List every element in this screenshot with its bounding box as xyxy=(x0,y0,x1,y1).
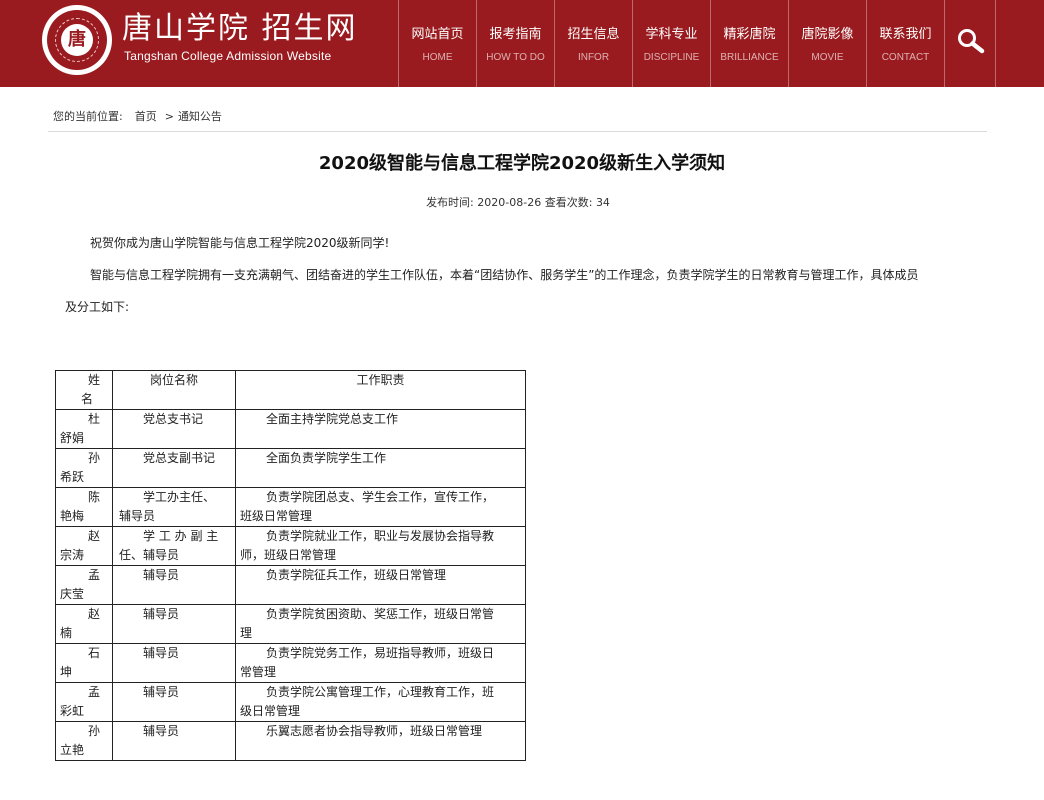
breadcrumb-separator: > xyxy=(164,110,174,123)
header-duty: 工作职责 xyxy=(235,370,526,410)
nav-label-en: HOW TO DO xyxy=(486,52,545,63)
nav-how-to-do[interactable]: 报考指南 HOW TO DO xyxy=(476,0,554,87)
nav-brilliance[interactable]: 精彩唐院 BRILLIANCE xyxy=(710,0,788,87)
publish-date-label: 发布时间: xyxy=(426,196,474,209)
breadcrumb-divider xyxy=(48,131,987,132)
publish-date: 2020-08-26 xyxy=(477,196,542,209)
view-count: 34 xyxy=(595,196,610,209)
article-meta: 发布时间: 2020-08-26 查看次数: 34 xyxy=(0,196,1036,210)
nav-label: 报考指南 xyxy=(489,27,542,42)
staff-duty: 全面负责学院学生工作 xyxy=(235,448,526,488)
staff-duty: 负责学院公寓管理工作，心理教育工作，班 级日常管理 xyxy=(235,682,526,722)
staff-role: 辅导员 xyxy=(112,604,236,644)
nav-label: 联系我们 xyxy=(879,27,932,42)
staff-duty: 负责学院党务工作，易班指导教师，班级日 常管理 xyxy=(235,643,526,683)
site-title[interactable]: 唐山学院 招生网 xyxy=(122,10,358,48)
nav-movie[interactable]: 唐院影像 MOVIE xyxy=(788,0,866,87)
article-paragraph-intro: 智能与信息工程学院拥有一支充满朝气、团结奋进的学生工作队伍，本着“团结协作、服务… xyxy=(90,268,919,282)
site-header: 唐 唐山学院 招生网 Tangshan College Admission We… xyxy=(0,0,1044,87)
staff-name: 孙立艳 xyxy=(55,721,113,761)
staff-role: 党总支副书记 xyxy=(112,448,236,488)
nav-label-en: HOME xyxy=(422,52,453,63)
table-row: 石坤辅导员 负责学院党务工作，易班指导教师，班级日 常管理 xyxy=(55,643,526,683)
breadcrumb-prefix: 您的当前位置: xyxy=(53,110,123,123)
table-row: 孟庆莹 辅导员 负责学院征兵工作，班级日常管理 xyxy=(55,565,526,605)
header-role: 岗位名称 xyxy=(112,370,236,410)
staff-name: 陈艳梅 xyxy=(55,487,113,527)
table-row: 赵宗涛学 工 办 副 主任、辅导员 负责学院就业工作，职业与发展协会指导教 师，班级… xyxy=(55,526,526,566)
nav-infor[interactable]: 招生信息 INFOR xyxy=(554,0,632,87)
header-name: 姓 名 xyxy=(55,370,113,410)
table-row: 孙希跃 党总支副书记 全面负责学院学生工作 xyxy=(55,448,526,488)
staff-role: 学 工 办 副 主任、辅导员 xyxy=(112,526,236,566)
staff-name: 赵宗涛 xyxy=(55,526,113,566)
main-nav: 网站首页 HOME 报考指南 HOW TO DO 招生信息 INFOR 学科专业… xyxy=(398,0,996,87)
breadcrumb: 您的当前位置: 首页 > 通知公告 xyxy=(53,110,222,124)
nav-label-en: DISCIPLINE xyxy=(643,52,700,63)
table-row: 赵楠辅导员 负责学院贫困资助、奖惩工作，班级日常管理 xyxy=(55,604,526,644)
table-row: 孙立艳 辅导员 乐翼志愿者协会指导教师，班级日常管理 xyxy=(55,721,526,761)
staff-table: 姓 名 岗位名称 工作职责 杜舒娟 党总支书记 全面主持学院党总支工作孙希跃 党总支副… xyxy=(55,370,526,761)
staff-duty: 负责学院征兵工作，班级日常管理 xyxy=(235,565,526,605)
university-logo[interactable]: 唐 xyxy=(42,5,112,75)
nav-label: 学科专业 xyxy=(645,27,698,42)
search-icon xyxy=(958,29,985,54)
table-header-row: 姓 名 岗位名称 工作职责 xyxy=(55,370,526,410)
staff-duty: 全面主持学院党总支工作 xyxy=(235,409,526,449)
staff-name: 孟彩虹 xyxy=(55,682,113,722)
staff-duty: 负责学院就业工作，职业与发展协会指导教 师，班级日常管理 xyxy=(235,526,526,566)
breadcrumb-home-link[interactable]: 首页 xyxy=(135,110,157,124)
staff-role: 辅导员 xyxy=(112,682,236,722)
staff-role: 辅导员 xyxy=(112,565,236,605)
staff-duty: 负责学院团总支、学生会工作，宣传工作， 班级日常管理 xyxy=(235,487,526,527)
staff-role: 辅导员 xyxy=(112,643,236,683)
article-paragraph-greeting: 祝贺你成为唐山学院智能与信息工程学院2020级新同学! xyxy=(90,236,390,250)
nav-discipline[interactable]: 学科专业 DISCIPLINE xyxy=(632,0,710,87)
table-row: 孟彩虹 辅导员 负责学院公寓管理工作，心理教育工作，班 级日常管理 xyxy=(55,682,526,722)
nav-label-en: MOVIE xyxy=(811,52,844,63)
staff-duty: 乐翼志愿者协会指导教师，班级日常管理 xyxy=(235,721,526,761)
nav-label-en: CONTACT xyxy=(881,52,930,63)
table-row: 陈艳梅 学工办主任、 辅导员 负责学院团总支、学生会工作，宣传工作， 班级日常管理 xyxy=(55,487,526,527)
nav-contact[interactable]: 联系我们 CONTACT xyxy=(866,0,944,87)
staff-name: 杜舒娟 xyxy=(55,409,113,449)
nav-label: 唐院影像 xyxy=(801,27,854,42)
staff-name: 孟庆莹 xyxy=(55,565,113,605)
article-title: 2020级智能与信息工程学院2020级新生入学须知 xyxy=(318,153,726,174)
table-row: 杜舒娟 党总支书记 全面主持学院党总支工作 xyxy=(55,409,526,449)
nav-label: 网站首页 xyxy=(411,27,464,42)
logo-glyph: 唐 xyxy=(68,29,86,50)
staff-role: 党总支书记 xyxy=(112,409,236,449)
view-count-label: 查看次数: xyxy=(544,196,593,209)
article-paragraph-intro-continued: 及分工如下: xyxy=(65,300,130,314)
site-subtitle: Tangshan College Admission Website xyxy=(124,49,332,63)
staff-duty: 负责学院贫困资助、奖惩工作，班级日常管理 xyxy=(235,604,526,644)
nav-label: 招生信息 xyxy=(567,27,620,42)
nav-label-en: BRILLIANCE xyxy=(720,52,779,63)
search-button[interactable] xyxy=(944,0,996,87)
staff-role: 辅导员 xyxy=(112,721,236,761)
nav-home[interactable]: 网站首页 HOME xyxy=(398,0,476,87)
nav-label-en: INFOR xyxy=(577,52,610,63)
staff-name: 孙希跃 xyxy=(55,448,113,488)
staff-name: 赵楠 xyxy=(55,604,113,644)
breadcrumb-current[interactable]: 通知公告 xyxy=(178,110,222,124)
staff-role: 学工办主任、 辅导员 xyxy=(112,487,236,527)
staff-name: 石坤 xyxy=(55,643,113,683)
nav-label: 精彩唐院 xyxy=(723,27,776,42)
